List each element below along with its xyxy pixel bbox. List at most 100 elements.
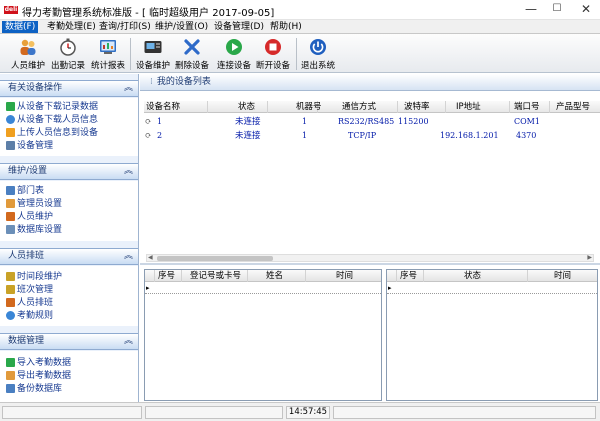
sidebar-item-export-data[interactable]: 导出考勤数据 [6,370,71,383]
statistics-report-button[interactable]: 统计报表 [88,36,128,71]
sidebar-item-admin-settings[interactable]: 管理员设置 [6,198,62,211]
refresh-icon: ⟳ [145,117,152,126]
backup-icon [6,384,15,393]
app-logo: deli [4,6,18,14]
sidebar-item-import-data[interactable]: 导入考勤数据 [6,357,71,370]
menu-attendance-processing[interactable]: 考勤处理(E) [44,21,99,33]
sidebar-item-departments[interactable]: 部门表 [6,185,44,198]
sidebar: 有关设备操作 ︽ 从设备下载记录数据 从设备下载人员信息 上传人员信息到设备 设… [0,74,139,402]
minimize-button[interactable]: — [518,0,544,20]
main-content: ⁞ 我的设备列表 设备名称 状态 机器号 通信方式 波特率 IP地址 端口号 产品… [140,74,600,402]
connect-device-button[interactable]: 连接设备 [214,36,254,71]
menu-help[interactable]: 帮助(H) [267,21,305,33]
org-icon [6,186,15,195]
section-data-management-body: 导入考勤数据 导出考勤数据 备份数据库 [0,351,138,402]
column-header[interactable]: 产品型号 [550,101,600,113]
device-status-header: 序号 状态 时间 [387,270,597,282]
sidebar-item-attendance-rules[interactable]: 考勤规则 [6,310,53,323]
menu-device-management[interactable]: 设备管理(D) [211,21,267,33]
device-icon [6,141,15,150]
device-list-title: 我的设备列表 [156,77,211,87]
section-maintenance-body: 部门表 管理员设置 人员维护 数据库设置 [0,181,138,241]
close-button[interactable]: ✕ [572,0,600,20]
people-icon [20,39,36,55]
database-icon [6,225,15,234]
exit-system-button[interactable]: 退出系统 [298,36,338,71]
column-header[interactable]: 状态 [208,101,268,113]
power-icon [310,39,326,55]
column-header[interactable]: 姓名 [248,270,306,282]
column-header[interactable]: 登记号或卡号 [182,270,248,282]
horizontal-scrollbar[interactable]: ◀ ▶ [146,254,594,262]
scrollbar-thumb[interactable] [157,256,273,261]
section-scheduling-header[interactable]: 人员排班 ︽ [0,248,138,265]
section-maintenance-header[interactable]: 维护/设置 ︽ [0,163,138,180]
report-icon [100,40,116,54]
collapse-chevron-icon[interactable]: ︽ [124,164,133,179]
people-maintenance-button[interactable]: 人员维护 [8,36,48,71]
sidebar-item-upload-people[interactable]: 上传人员信息到设备 [6,127,98,140]
sidebar-item-shift-management[interactable]: 班次管理 [6,284,53,297]
sidebar-item-time-periods[interactable]: 时间段维护 [6,271,62,284]
column-header[interactable]: IP地址 [446,101,510,113]
scroll-left-icon[interactable]: ◀ [148,254,153,261]
collapse-chevron-icon[interactable]: ︽ [124,334,133,349]
sidebar-item-people-scheduling[interactable]: 人员排班 [6,297,53,310]
device-maintenance-button[interactable]: 设备维护 [133,36,173,71]
column-header[interactable]: 序号 [398,270,424,282]
collapse-chevron-icon[interactable]: ︽ [124,81,133,96]
column-header[interactable]: 时间 [306,270,383,282]
title-bar: deli 得力考勤管理系统标准版 - [ 临时超级用户 2017-09-05] … [0,0,600,20]
row-pointer-icon: ▸ [388,284,392,292]
column-header[interactable]: 序号 [156,270,182,282]
column-header[interactable]: 机器号 [268,101,322,113]
toolbar-separator [296,38,297,70]
table-row[interactable]: ⟳ 2 未连接 1 TCP/IP 192.168.1.201 4370 [144,130,600,142]
column-header[interactable]: 通信方式 [318,101,398,113]
section-data-management-header[interactable]: 数据管理 ︽ [0,333,138,350]
export-icon [6,371,15,380]
refresh-icon: ⟳ [145,131,152,140]
menu-maintenance-settings[interactable]: 维护/设置(O) [152,21,211,33]
people-icon [6,212,15,221]
menu-data[interactable]: 数据(F) [2,21,39,33]
column-header[interactable]: 端口号 [510,101,550,113]
toolbar: 人员维护 出勤记录 统计报表 设备维护 删除设备 连接设备 断开设备 退出系统 [0,34,600,73]
sidebar-item-download-records[interactable]: 从设备下载记录数据 [6,101,98,114]
calendar-icon [6,285,15,294]
sidebar-item-backup-database[interactable]: 备份数据库 [6,383,62,396]
table-row[interactable]: ▸ [145,283,381,294]
maximize-button[interactable]: ☐ [544,0,570,20]
delete-device-button[interactable]: 删除设备 [172,36,212,71]
column-header[interactable]: 时间 [528,270,599,282]
attendance-records-grid: 序号 登记号或卡号 姓名 时间 ▸ [144,269,382,401]
section-device-operations-header[interactable]: 有关设备操作 ︽ [0,80,138,97]
device-icon [144,41,162,53]
attendance-records-button[interactable]: 出勤记录 [48,36,88,71]
status-clock: 14:57:45 [286,406,330,419]
column-header[interactable]: 状态 [424,270,528,282]
menu-query-print[interactable]: 查询/打印(S) [96,21,154,33]
column-header[interactable]: 设备名称 [144,101,208,113]
device-list-header: ⁞ 我的设备列表 [140,74,600,91]
window-title: 得力考勤管理系统标准版 - [ 临时超级用户 2017-09-05] [22,8,275,19]
stop-icon [265,39,281,55]
table-row[interactable]: ▸ [387,283,597,294]
table-row[interactable]: ⟳ 1 未连接 1 RS232/RS485 115200 COM1 [144,116,600,128]
delete-x-icon [184,39,200,55]
section-scheduling-body: 时间段维护 班次管理 人员排班 考勤规则 [0,266,138,326]
grip-icon: ⁞ [150,77,153,87]
sidebar-item-device-management[interactable]: 设备管理 [6,140,53,153]
upload-arrow-icon [6,128,15,137]
disconnect-device-button[interactable]: 断开设备 [253,36,293,71]
sidebar-item-database-settings[interactable]: 数据库设置 [6,224,62,237]
sidebar-item-download-people[interactable]: 从设备下载人员信息 [6,114,98,127]
status-panel-middle [145,406,283,419]
collapse-chevron-icon[interactable]: ︽ [124,249,133,264]
download-arrow-icon [6,102,15,111]
scroll-right-icon[interactable]: ▶ [587,254,592,261]
column-header[interactable]: 波特率 [398,101,446,113]
play-icon [226,39,242,55]
device-grid-header: 设备名称 状态 机器号 通信方式 波特率 IP地址 端口号 产品型号 [144,101,600,113]
sidebar-item-people-maintenance[interactable]: 人员维护 [6,211,53,224]
